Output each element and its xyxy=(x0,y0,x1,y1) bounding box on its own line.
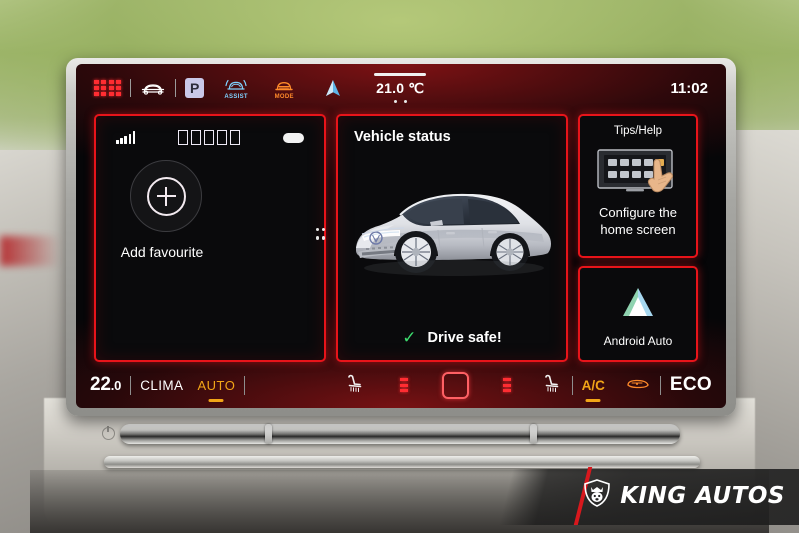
navigation-arrow-icon[interactable] xyxy=(322,77,344,99)
assist-label: ASSIST xyxy=(224,94,248,100)
ac-button[interactable]: A/C xyxy=(581,377,605,402)
door-red-accent xyxy=(0,236,60,266)
right-tile-column: Tips/Help Configure the home screen Andr… xyxy=(578,114,698,362)
park-indicator[interactable]: P xyxy=(185,78,205,98)
divider xyxy=(175,79,177,97)
plus-circle-icon xyxy=(146,176,186,216)
assist-icon[interactable]: ASSIST xyxy=(224,76,248,100)
seat-heater-left-icon[interactable] xyxy=(344,373,366,398)
drive-mode-icon[interactable]: MODE xyxy=(272,76,296,100)
driver-temperature[interactable]: 22.0 xyxy=(90,374,121,396)
tips-caption: Configure the home screen xyxy=(580,204,696,238)
page-indicator-dots[interactable] xyxy=(393,99,407,103)
temp-value: 21.0 ℃ xyxy=(376,79,425,96)
console-chrome-trim xyxy=(104,456,700,468)
tips-caption-line1: Configure the xyxy=(598,205,678,220)
driver-temp-dec: .0 xyxy=(110,378,122,393)
favourite-tile-handle[interactable] xyxy=(315,228,319,240)
tips-help-title: Tips/Help xyxy=(613,125,663,137)
watermark-text: KING AUTOS xyxy=(620,482,785,509)
outside-temperature[interactable]: 21.0 ℃ xyxy=(374,73,427,103)
divider xyxy=(571,375,573,395)
king-autos-shield-icon xyxy=(582,478,612,513)
seat-heater-right-icon[interactable] xyxy=(541,373,563,398)
android-auto-tile[interactable]: Android Auto xyxy=(578,265,698,362)
favourite-tile-statusrow xyxy=(96,130,324,145)
clima-button[interactable]: CLIMA xyxy=(140,378,183,393)
ac-label: A/C xyxy=(581,377,605,393)
divider xyxy=(244,375,246,395)
auto-active-underline xyxy=(208,399,224,402)
auto-button[interactable]: AUTO xyxy=(197,377,236,402)
driver-temp-int: 22 xyxy=(90,374,111,395)
slider-handle-left[interactable] xyxy=(265,424,272,444)
vehicle-status-tile[interactable]: Vehicle status ✓ Drive safe! xyxy=(322,114,582,362)
temperature-touch-slider[interactable] xyxy=(120,424,680,444)
tips-help-tile[interactable]: Tips/Help Configure the home screen xyxy=(578,114,698,258)
vehicle-tile-handle-left[interactable] xyxy=(322,228,326,240)
grid-apps-icon[interactable] xyxy=(94,79,122,97)
home-tiles-container: Add favourite Vehicle status ✓ Drive saf… xyxy=(94,114,708,362)
battery-icon xyxy=(283,132,304,143)
rear-defrost-icon[interactable] xyxy=(625,375,651,396)
infotainment-screen[interactable]: P ASSIST MODE 21.0 ℃ 11:02 Add favourite… xyxy=(76,64,726,408)
mode-label: MODE xyxy=(274,94,294,100)
ac-active-underline xyxy=(585,399,601,402)
tips-caption-line2: home screen xyxy=(600,222,676,237)
signal-bars-icon xyxy=(116,131,136,144)
slider-handle-right[interactable] xyxy=(530,424,537,444)
status-bar: P ASSIST MODE 21.0 ℃ 11:02 xyxy=(76,64,726,112)
drive-safe-text: Drive safe! xyxy=(427,329,502,346)
add-favourite-label: Add favourite xyxy=(120,244,204,260)
car-front-icon[interactable] xyxy=(140,80,166,96)
check-icon: ✓ xyxy=(402,328,417,347)
vehicle-status-title: Vehicle status xyxy=(354,129,451,145)
vw-id5-suv-render xyxy=(342,168,562,288)
power-button-icon[interactable] xyxy=(102,426,115,440)
eco-button[interactable]: ECO xyxy=(670,374,712,396)
divider xyxy=(130,375,132,395)
add-favourite-button[interactable] xyxy=(130,160,202,232)
sync-square-icon[interactable] xyxy=(441,371,469,399)
placeholder-glyphs xyxy=(178,130,241,145)
fan-level-left-icon[interactable] xyxy=(399,377,408,393)
vehicle-status-footer: ✓ Drive safe! xyxy=(338,329,566,346)
configure-home-screen-illustration xyxy=(596,146,680,196)
android-auto-label: Android Auto xyxy=(603,334,673,348)
climate-bottom-bar: 22.0 CLIMA AUTO A/C ECO xyxy=(76,362,726,408)
add-favourite-tile[interactable]: Add favourite xyxy=(94,114,326,362)
clock: 11:02 xyxy=(670,79,708,97)
watermark: KING AUTOS xyxy=(582,478,785,513)
temp-progress-bar xyxy=(374,73,427,76)
fan-level-right-icon[interactable] xyxy=(502,377,511,393)
divider xyxy=(130,79,132,97)
android-auto-icon xyxy=(618,285,658,319)
divider xyxy=(659,375,661,395)
auto-label: AUTO xyxy=(197,377,236,393)
